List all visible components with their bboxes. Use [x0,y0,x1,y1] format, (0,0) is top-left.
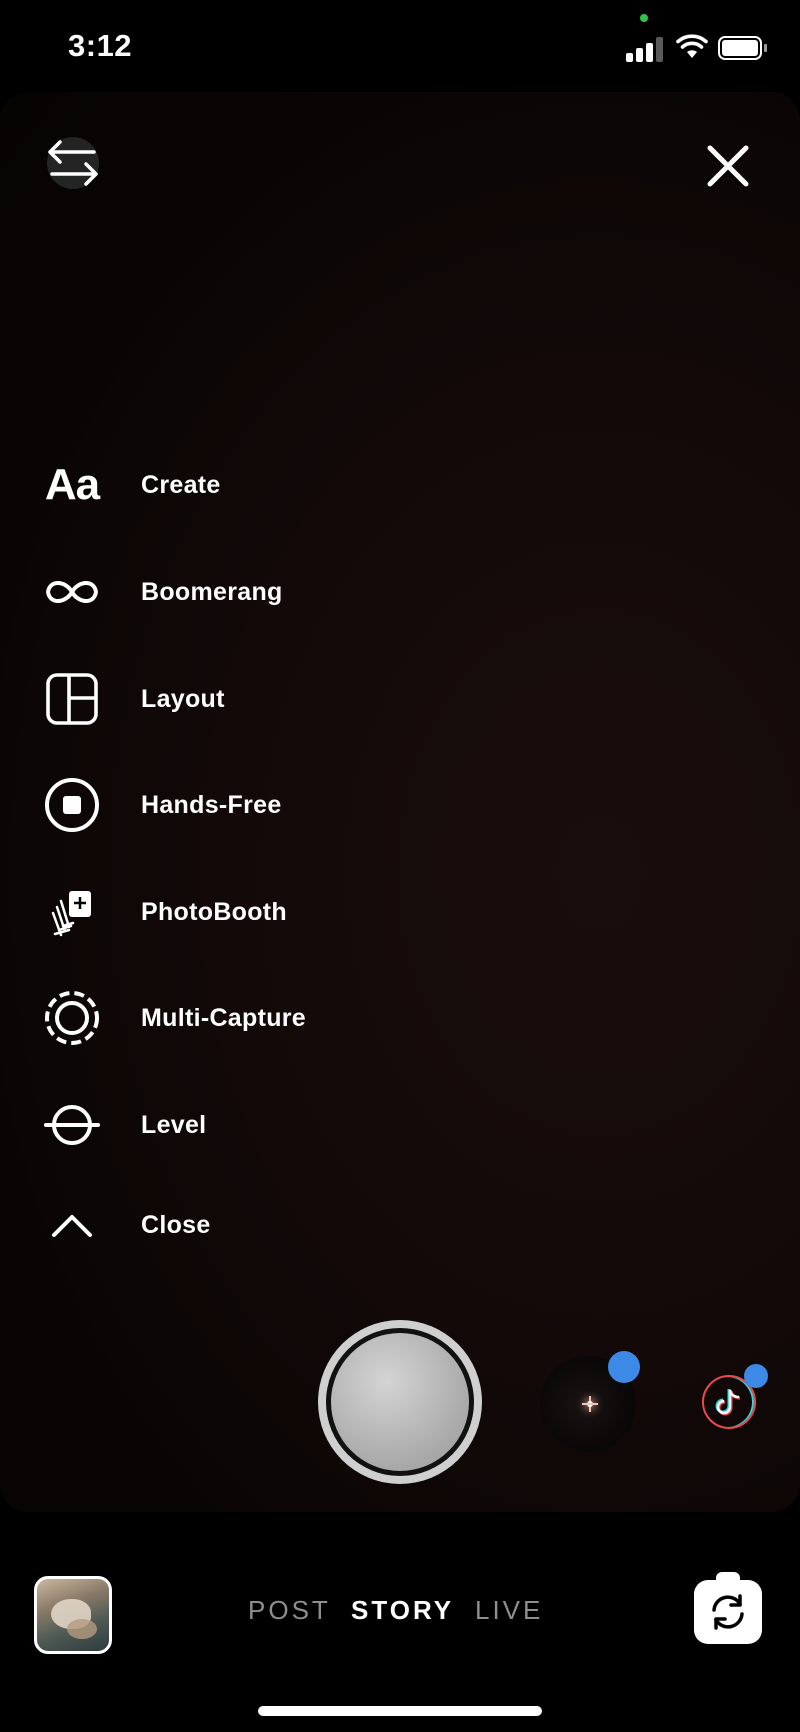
chevron-up-icon [36,1185,108,1265]
tool-close[interactable]: Close [36,1185,456,1265]
camera-flip-icon [712,1594,744,1630]
privacy-indicator-dot [640,14,648,22]
tool-label: Layout [141,685,225,713]
status-time: 3:12 [68,28,133,63]
close-camera-button[interactable] [700,138,756,194]
mode-story[interactable]: STORY [351,1590,454,1630]
tool-multi-capture[interactable]: Multi-Capture [36,978,456,1058]
tool-level[interactable]: Level [36,1085,456,1165]
new-effect-badge [744,1364,768,1388]
hands-free-icon [36,765,108,845]
tool-label: Hands-Free [141,791,282,819]
close-icon [707,145,749,187]
tool-boomerang[interactable]: Boomerang [36,552,456,632]
shutter-button[interactable] [318,1320,482,1484]
switch-arrows-button[interactable] [40,130,106,196]
tool-label: Close [141,1211,211,1239]
tool-layout[interactable]: Layout [36,659,456,739]
tool-label: Create [141,471,221,499]
tool-label: Multi-Capture [141,1004,306,1032]
home-indicator[interactable] [258,1706,542,1716]
wifi-icon [676,34,708,58]
capture-mode-selector: POST STORY LIVE [0,1590,800,1630]
level-icon [36,1085,108,1165]
tool-label: PhotoBooth [141,898,288,926]
tiktok-effect-icon [715,1389,741,1416]
status-bar: 3:12 [0,0,800,92]
battery-icon [718,36,768,60]
mode-live[interactable]: LIVE [475,1590,543,1630]
tool-label: Boomerang [141,578,283,606]
photobooth-icon [36,872,108,952]
infinity-icon [36,552,108,632]
aa-text-icon: Aa [44,460,100,509]
tool-label: Level [141,1111,207,1139]
tool-photobooth[interactable]: PhotoBooth [36,872,456,952]
layout-grid-icon [36,659,108,739]
tool-create[interactable]: Aa Create [36,445,456,525]
mode-post[interactable]: POST [248,1590,331,1630]
multi-capture-icon [36,978,108,1058]
camera-flip-button[interactable] [694,1572,762,1644]
sparkle-effect-icon [582,1396,598,1412]
tool-hands-free[interactable]: Hands-Free [36,765,456,845]
cellular-signal-icon [626,36,666,62]
switch-arrows-icon [47,137,99,189]
new-effect-badge [608,1351,640,1383]
